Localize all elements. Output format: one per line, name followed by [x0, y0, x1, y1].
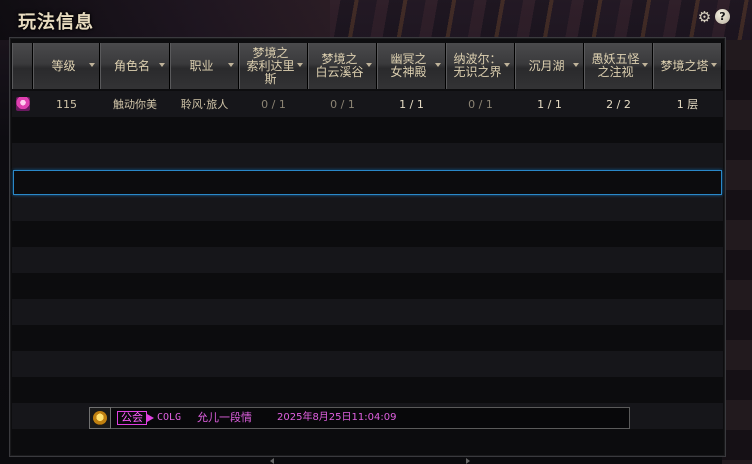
- cell-dungeon-7: 1 层: [676, 98, 699, 111]
- table-body: 115 触动你美 聆风·旅人 0 / 1 0 / 1 1 / 1 0 / 1 1…: [12, 91, 723, 455]
- guild-name: COLG: [157, 412, 182, 423]
- table-row-empty[interactable]: [12, 143, 723, 169]
- header-dungeon-5[interactable]: 沉月湖: [515, 43, 584, 89]
- cell-dungeon-6: 2 / 2: [606, 97, 631, 111]
- table-row-empty[interactable]: [12, 377, 723, 403]
- info-panel: 等级 角色名 职业 梦境之 索利达里 斯 梦境之 白云溪谷 幽冥之 女神殿 纳波…: [9, 37, 726, 457]
- table-row-empty[interactable]: [12, 429, 723, 455]
- window-title: 玩法信息: [18, 12, 94, 33]
- cell-class: 聆风·旅人: [180, 98, 229, 111]
- guild-timestamp: 2025年8月25日11:04:09: [277, 412, 397, 423]
- table-row[interactable]: 115 触动你美 聆风·旅人 0 / 1 0 / 1 1 / 1 0 / 1 1…: [12, 91, 723, 117]
- sort-arrow-icon: [228, 63, 234, 67]
- cell-level: 115: [56, 97, 77, 111]
- table-header: 等级 角色名 职业 梦境之 索利达里 斯 梦境之 白云溪谷 幽冥之 女神殿 纳波…: [12, 43, 723, 89]
- sort-arrow-icon: [711, 63, 717, 67]
- table-row-empty[interactable]: [12, 273, 723, 299]
- header-avatar: [12, 43, 33, 89]
- header-dungeon-7[interactable]: 梦境之塔: [653, 43, 722, 89]
- cell-dungeon-1: 0 / 1: [261, 97, 286, 111]
- header-level[interactable]: 等级: [33, 43, 100, 89]
- pagination-arrows[interactable]: [270, 458, 470, 464]
- gear-icon[interactable]: ⚙: [697, 8, 712, 26]
- sort-arrow-icon: [504, 63, 510, 67]
- table-row-empty[interactable]: [12, 247, 723, 273]
- guild-tag: 公会: [117, 411, 154, 425]
- row-selection-highlight: [13, 170, 722, 195]
- table-row-empty[interactable]: [12, 299, 723, 325]
- cell-dungeon-3: 1 / 1: [399, 97, 424, 111]
- sort-arrow-icon: [435, 63, 441, 67]
- sort-arrow-icon: [89, 63, 95, 67]
- cell-dungeon-4: 0 / 1: [468, 97, 493, 111]
- table-row-empty[interactable]: [12, 117, 723, 143]
- header-dungeon-2[interactable]: 梦境之 白云溪谷: [308, 43, 377, 89]
- guild-emblem-icon: [89, 407, 111, 429]
- header-dungeon-6[interactable]: 愚妖五怪 之注视: [584, 43, 653, 89]
- table-row-empty[interactable]: [12, 351, 723, 377]
- guild-info-bar: 公会 COLG 允儿一段情 2025年8月25日11:04:09: [89, 407, 630, 429]
- guild-member: 允儿一段情: [197, 411, 252, 424]
- header-dungeon-4[interactable]: 纳波尔： 无识之界: [446, 43, 515, 89]
- sort-arrow-icon: [573, 63, 579, 67]
- sort-arrow-icon: [642, 63, 648, 67]
- help-icon[interactable]: ?: [715, 9, 730, 24]
- header-dungeon-1[interactable]: 梦境之 索利达里 斯: [239, 43, 308, 89]
- cell-name: 触动你美: [113, 98, 157, 111]
- sort-arrow-icon: [297, 63, 303, 67]
- table-row-empty[interactable]: [12, 221, 723, 247]
- table-row-empty[interactable]: [12, 195, 723, 221]
- header-dungeon-3[interactable]: 幽冥之 女神殿: [377, 43, 446, 89]
- sort-arrow-icon: [159, 63, 165, 67]
- window-controls: ⚙ ?: [697, 8, 730, 26]
- sort-arrow-icon: [366, 63, 372, 67]
- header-class[interactable]: 职业: [170, 43, 239, 89]
- avatar: [15, 97, 30, 111]
- header-name[interactable]: 角色名: [100, 43, 170, 89]
- cell-dungeon-2: 0 / 1: [330, 97, 355, 111]
- cell-dungeon-5: 1 / 1: [537, 97, 562, 111]
- table-row-empty[interactable]: [12, 325, 723, 351]
